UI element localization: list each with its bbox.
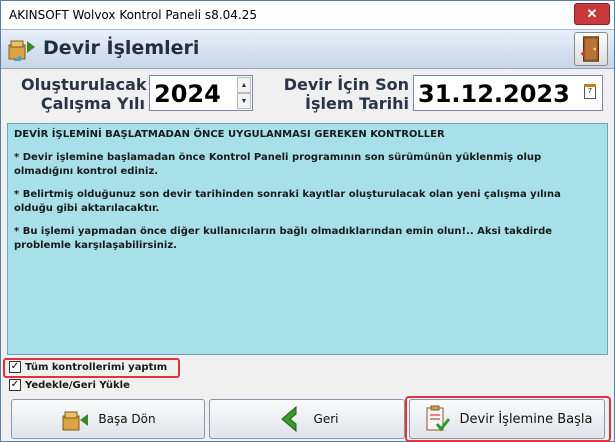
transfer-icon <box>8 40 35 61</box>
window-title: AKINSOFT Wolvox Kontrol Paneli s8.04.25 <box>9 8 257 22</box>
info-item: * Bu işlemi yapmadan önce diğer kullanıc… <box>14 226 553 251</box>
back-to-start-button[interactable]: Başa Dön <box>11 399 205 439</box>
chevron-up-icon: ▲ <box>240 81 248 89</box>
close-button[interactable]: ✕ <box>574 3 610 25</box>
info-heading: DEVİR İŞLEMİNİ BAŞLATMADAN ÖNCE UYGULANM… <box>14 129 445 140</box>
date-label: Devir İçin Son İşlem Tarihi <box>283 75 409 113</box>
previous-button[interactable]: Geri <box>209 399 405 439</box>
previous-label: Geri <box>313 412 339 426</box>
date-field[interactable]: 31.12.2023 7 <box>413 75 603 111</box>
backup-checkbox[interactable]: ✓ Yedekle/Geri Yükle <box>9 379 130 391</box>
year-label: Oluşturulacak Çalışma Yılı <box>21 75 147 113</box>
clipboard-check-icon <box>426 405 450 432</box>
year-value[interactable]: 2024 <box>154 80 221 108</box>
start-transfer-button[interactable]: Devir İşlemine Başla <box>409 399 605 439</box>
form-row: Oluşturulacak Çalışma Yılı 2024 ▲ ▼ Devi… <box>1 71 614 119</box>
title-bar: AKINSOFT Wolvox Kontrol Paneli s8.04.25 … <box>1 1 614 29</box>
checkbox-checked-icon[interactable]: ✓ <box>9 361 21 373</box>
page-title: Devir İşlemleri <box>43 37 200 59</box>
date-value[interactable]: 31.12.2023 <box>418 80 570 108</box>
app-window: AKINSOFT Wolvox Kontrol Paneli s8.04.25 … <box>0 0 615 442</box>
start-transfer-label: Devir İşlemine Başla <box>459 411 593 427</box>
year-stepper[interactable]: 2024 ▲ ▼ <box>149 75 253 111</box>
exit-button[interactable] <box>574 32 608 66</box>
backup-label: Yedekle/Geri Yükle <box>25 379 130 391</box>
home-transfer-icon <box>62 411 89 431</box>
info-item: * Devir işlemine başlamadan önce Kontrol… <box>14 152 542 177</box>
calendar-icon[interactable]: 7 <box>584 84 596 99</box>
door-exit-icon <box>580 36 599 62</box>
info-item: * Belirtmiş olduğunuz son devir tarihind… <box>14 189 561 214</box>
chevron-down-icon: ▼ <box>240 97 248 105</box>
all-checks-label: Tüm kontrollerimi yaptım <box>25 361 168 373</box>
year-up-button[interactable]: ▲ <box>237 77 251 93</box>
info-panel: DEVİR İŞLEMİNİ BAŞLATMADAN ÖNCE UYGULANM… <box>7 123 608 355</box>
year-down-button[interactable]: ▼ <box>237 93 251 109</box>
close-icon: ✕ <box>586 6 598 21</box>
back-to-start-label: Başa Dön <box>98 412 156 426</box>
arrow-left-icon <box>280 405 297 433</box>
all-checks-checkbox[interactable]: ✓ Tüm kontrollerimi yaptım <box>9 361 167 373</box>
calendar-day: 7 <box>588 88 592 95</box>
page-header: Devir İşlemleri <box>1 29 614 69</box>
checkbox-checked-icon[interactable]: ✓ <box>9 379 21 391</box>
